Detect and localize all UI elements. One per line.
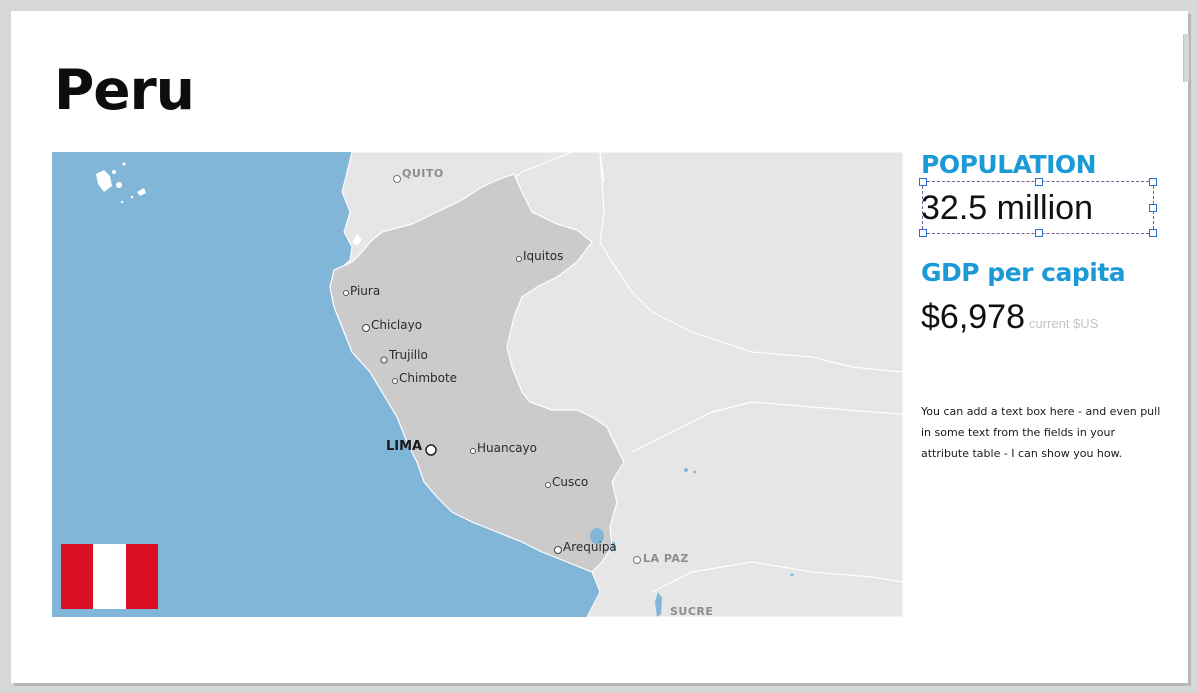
map-frame[interactable]: QUITO LA PAZ SUCRE Iquitos Piura Chiclay… xyxy=(52,152,903,617)
city-cusco-label: Cusco xyxy=(552,475,588,489)
resize-handle-top[interactable] xyxy=(1035,178,1043,186)
gdp-value-row: $6,978 current $US xyxy=(921,295,1098,346)
capital-sucre-label: SUCRE xyxy=(670,605,713,617)
city-marker xyxy=(516,256,522,262)
city-piura-label: Piura xyxy=(350,284,380,298)
city-marker xyxy=(425,444,437,456)
city-marker xyxy=(545,482,551,488)
peru-flag xyxy=(61,544,158,609)
city-trujillo[interactable]: Trujillo xyxy=(380,348,428,364)
resize-handle-right[interactable] xyxy=(1149,204,1157,212)
selection-box[interactable] xyxy=(919,178,1157,237)
flag-stripe-right xyxy=(125,544,158,609)
layout-page: Peru QUITO LA PAZ SUCRE Iquitos Piura Ch… xyxy=(11,11,1188,683)
resize-handle-top-left[interactable] xyxy=(919,178,927,186)
city-marker xyxy=(343,290,349,296)
city-arequipa-label: Arequipa xyxy=(563,540,617,554)
capital-la-paz-label: LA PAZ xyxy=(643,552,689,565)
city-huancayo-label: Huancayo xyxy=(477,441,537,455)
city-chiclayo[interactable]: Chiclayo xyxy=(362,318,423,332)
gdp-unit: current $US xyxy=(1029,316,1099,331)
city-marker xyxy=(393,175,401,183)
note-text[interactable]: You can add a text box here - and even p… xyxy=(921,401,1166,464)
city-chimbote[interactable]: Chimbote xyxy=(392,371,458,385)
city-iquitos[interactable]: Iquitos xyxy=(516,249,564,263)
population-heading: POPULATION xyxy=(921,150,1097,179)
gdp-value[interactable]: $6,978 xyxy=(921,298,1025,336)
lake-dot xyxy=(684,468,688,472)
lake-dot xyxy=(693,470,697,474)
flag-stripe-center xyxy=(93,544,126,609)
city-marker xyxy=(380,356,388,364)
city-iquitos-label: Iquitos xyxy=(523,249,563,263)
page-title: Peru xyxy=(54,58,195,122)
capital-lima-label: LIMA xyxy=(386,439,422,454)
city-trujillo-label: Trujillo xyxy=(388,348,428,362)
resize-handle-bottom[interactable] xyxy=(1035,229,1043,237)
capital-quito-label: QUITO xyxy=(402,167,444,180)
page-edge-mark xyxy=(1183,34,1189,82)
city-marker xyxy=(470,448,476,454)
city-cusco[interactable]: Cusco xyxy=(545,475,589,489)
city-huancayo[interactable]: Huancayo xyxy=(470,441,537,455)
city-marker xyxy=(362,324,370,332)
city-arequipa[interactable]: Arequipa xyxy=(554,540,617,554)
gdp-heading: GDP per capita xyxy=(921,258,1126,287)
city-marker xyxy=(554,546,562,554)
map-svg: QUITO LA PAZ SUCRE Iquitos Piura Chiclay… xyxy=(52,152,903,617)
resize-handle-bottom-left[interactable] xyxy=(919,229,927,237)
resize-handle-top-right[interactable] xyxy=(1149,178,1157,186)
city-chimbote-label: Chimbote xyxy=(399,371,457,385)
resize-handle-bottom-right[interactable] xyxy=(1149,229,1157,237)
flag-stripe-left xyxy=(61,544,94,609)
capital-sucre[interactable]: SUCRE xyxy=(670,605,713,617)
city-chiclayo-label: Chiclayo xyxy=(371,318,422,332)
city-marker xyxy=(392,378,398,384)
lake-dot xyxy=(790,573,794,577)
city-marker xyxy=(633,556,641,564)
